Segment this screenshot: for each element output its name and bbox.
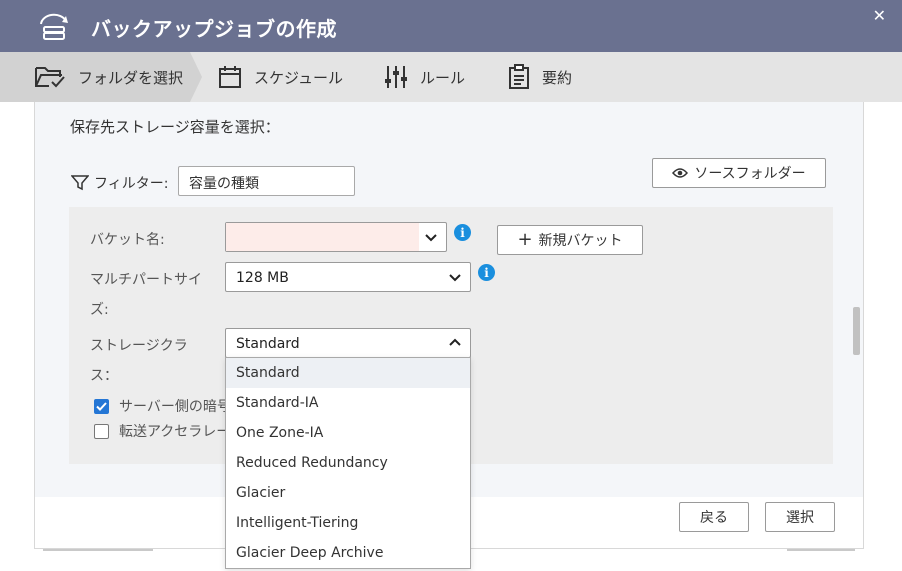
transfer-acceleration-row: 転送アクセラレーション (94, 421, 225, 441)
background-window-edge (787, 549, 855, 551)
step-rules[interactable]: ルール (384, 52, 465, 102)
back-button[interactable]: 戻る (679, 502, 749, 532)
filter-icon (71, 175, 89, 191)
close-icon[interactable]: ✕ (873, 6, 886, 25)
chevron-up-icon (449, 338, 461, 346)
transfer-acceleration-checkbox[interactable] (94, 423, 109, 439)
server-side-encryption-label: サーバー側の暗号化 (119, 399, 225, 415)
multipart-info-icon[interactable]: i (478, 264, 495, 281)
multipart-size-select[interactable]: 128 MB (225, 262, 471, 292)
step-label: 要約 (542, 68, 573, 87)
multipart-label-cont: ズ: (90, 302, 109, 318)
bucket-invalid-fill (226, 223, 419, 251)
multipart-label: マルチパートサイ (90, 272, 202, 288)
new-bucket-label: 新規バケット (538, 233, 623, 249)
step-select-folder[interactable]: フォルダを選択 (34, 52, 183, 102)
sliders-icon (384, 64, 408, 90)
checkmark-icon (96, 401, 107, 411)
section-title: 保存先ストレージ容量を選択： (70, 118, 280, 136)
storage-class-value: Standard (236, 336, 300, 352)
multipart-value: 128 MB (236, 270, 289, 286)
dropdown-option[interactable]: One Zone-IA (226, 418, 470, 448)
dropdown-option[interactable]: Reduced Redundancy (226, 448, 470, 478)
filter-label-text: フィルター: (94, 176, 169, 192)
wizard-steps: フォルダを選択 スケジュール ルール 要約 (0, 52, 902, 102)
dropdown-option[interactable]: Intelligent-Tiering (226, 508, 470, 538)
select-button[interactable]: 選択 (765, 502, 835, 532)
server-side-encryption-checkbox[interactable] (94, 398, 109, 414)
scrollbar-thumb[interactable] (853, 307, 860, 355)
dropdown-option[interactable]: Standard (226, 358, 470, 388)
title-bar: バックアップジョブの作成 ✕ (0, 0, 902, 52)
step-label: フォルダを選択 (78, 68, 184, 87)
background-window-edge (43, 549, 153, 551)
step-label: スケジュール (254, 68, 343, 87)
bucket-label: バケット名: (90, 232, 165, 248)
window-title: バックアップジョブの作成 (91, 17, 337, 41)
dropdown-option[interactable]: Standard-IA (226, 388, 470, 418)
source-folder-button[interactable]: ソースフォルダー (652, 158, 826, 188)
storage-class-dropdown: Standard Standard-IA One Zone-IA Reduced… (225, 357, 471, 569)
storage-class-select[interactable]: Standard (225, 328, 471, 358)
filter-label: フィルター: (71, 173, 168, 193)
bucket-select[interactable] (225, 222, 447, 252)
plus-icon: + (517, 229, 533, 250)
step-summary[interactable]: 要約 (508, 52, 572, 102)
storage-class-label: ストレージクラ (90, 338, 188, 354)
dropdown-option[interactable]: Glacier (226, 478, 470, 508)
step-label: ルール (420, 68, 466, 87)
new-bucket-button[interactable]: + 新規バケット (497, 225, 643, 255)
bucket-info-icon[interactable]: i (454, 224, 471, 241)
server-side-encryption-row: サーバー側の暗号化 (94, 396, 225, 416)
transfer-acceleration-label: 転送アクセラレーション (119, 424, 225, 440)
folder-check-icon (34, 64, 66, 90)
calendar-icon (218, 64, 242, 90)
source-folder-label: ソースフォルダー (694, 166, 806, 182)
chevron-down-icon (425, 234, 437, 242)
clipboard-icon (508, 64, 530, 90)
dropdown-option[interactable]: Glacier Deep Archive (226, 538, 470, 568)
eye-icon (672, 167, 689, 179)
step-schedule[interactable]: スケジュール (218, 52, 343, 102)
chevron-down-icon (449, 274, 461, 282)
filter-input[interactable]: 容量の種類 (178, 166, 355, 196)
storage-class-label-cont: ス： (90, 368, 118, 384)
backup-job-icon (40, 13, 68, 40)
